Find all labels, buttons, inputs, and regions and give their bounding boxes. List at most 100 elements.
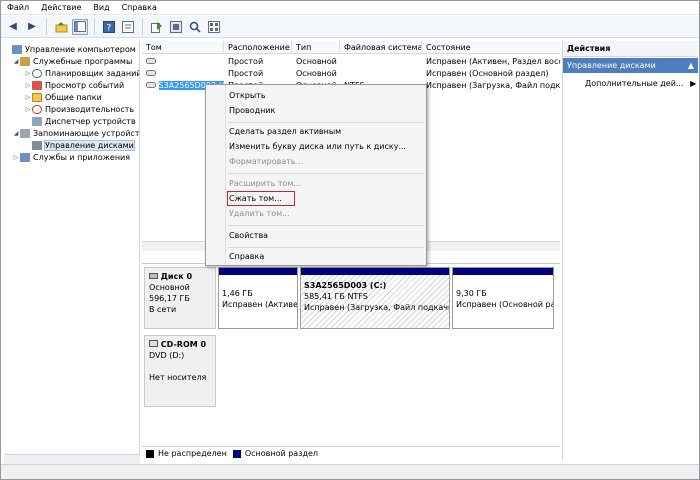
tree-item-disk-management[interactable]: Управление дисками	[24, 139, 135, 151]
device-manager-icon	[32, 116, 42, 126]
column-header-layout[interactable]: Расположение	[224, 41, 292, 54]
collapse-icon[interactable]: ◢	[12, 130, 20, 137]
search-icon[interactable]	[187, 19, 203, 35]
collapse-arrow-icon[interactable]: ▲	[688, 58, 694, 73]
menu-item-open[interactable]: Открыть	[229, 91, 266, 100]
tree-item-label: Служебные программы	[33, 56, 133, 66]
tree-item-shared-folders[interactable]: ▷ Общие папки	[24, 91, 102, 103]
partition-size: 9,30 ГБ	[456, 289, 487, 298]
tools-icon	[20, 56, 30, 66]
toolbar-separator	[46, 18, 47, 35]
performance-icon	[32, 104, 42, 114]
disk-title: CD-ROM 0	[160, 340, 207, 349]
tree-item-system-tools[interactable]: ◢ Служебные программы	[12, 55, 132, 67]
tree-item-services[interactable]: ▷ Службы и приложения	[12, 151, 130, 163]
cdrom-0-label[interactable]: CD-ROM 0 DVD (D:) Нет носителя	[144, 335, 216, 407]
forward-icon[interactable]: ▶	[24, 19, 40, 35]
volume-layout: Простой	[228, 69, 264, 78]
shared-folder-icon	[32, 92, 42, 102]
disk-kind: Основной	[149, 283, 190, 292]
table-row[interactable]: Простой Основной Исправен (Активен, Разд…	[142, 56, 560, 68]
volume-status: Исправен (Основной раздел)	[426, 69, 549, 78]
volume-status: Исправен (Активен, Раздел восста	[426, 57, 560, 66]
tree-item-label: Запоминающие устройст	[33, 128, 140, 138]
show-hide-tree-icon[interactable]	[72, 18, 88, 35]
volume-filesystem	[340, 56, 422, 68]
disk-title: Диск 0	[160, 272, 193, 281]
tree-item-performance[interactable]: ▷ Производительность	[24, 103, 134, 115]
disk-state: Нет носителя	[149, 373, 207, 382]
tree-item-label: Управление дисками	[44, 139, 135, 151]
disk-state: В сети	[149, 305, 177, 314]
chevron-right-icon: ▶	[690, 79, 697, 88]
partition-c[interactable]: S3A2565D003 (C:) 585,41 ГБ NTFS Исправен…	[300, 267, 450, 329]
table-row[interactable]: Простой Основной Исправен (Основной разд…	[142, 68, 560, 80]
column-header-type[interactable]: Тип	[292, 41, 340, 54]
partition-size: 1,46 ГБ	[222, 289, 253, 298]
back-icon[interactable]: ◀	[5, 19, 21, 35]
volume-status: Исправен (Загрузка, Файл подкачи	[426, 81, 560, 90]
legend: Не распределен Основной раздел	[142, 446, 560, 460]
column-header-status[interactable]: Состояние	[422, 41, 560, 54]
menu-help[interactable]: Справка	[116, 1, 163, 15]
properties-icon[interactable]	[120, 19, 136, 35]
partition-recovery[interactable]: 9,30 ГБ Исправен (Основной раз	[452, 267, 554, 329]
cdrom-icon	[149, 340, 158, 349]
export-icon[interactable]	[149, 19, 165, 35]
partition-bar	[219, 268, 297, 275]
tree-horizontal-scrollbar[interactable]	[4, 454, 140, 464]
menu-separator	[228, 122, 424, 123]
menu-bar: Файл Действие Вид Справка	[1, 1, 699, 15]
shrink-volume-highlight-box	[227, 191, 295, 206]
expand-icon[interactable]: ▷	[12, 154, 20, 161]
tree-item-task-scheduler[interactable]: ▷ Планировщик заданий	[24, 67, 139, 79]
actions-section-disk-management[interactable]: Управление дисками ▲	[563, 58, 698, 73]
volume-icon	[146, 57, 156, 66]
toolbar-separator	[142, 18, 143, 35]
tree-item-storage[interactable]: ◢ Запоминающие устройст	[12, 127, 139, 139]
up-icon[interactable]	[53, 19, 69, 35]
navigation-tree: Управление компьютером (л ◢ Служебные пр…	[4, 41, 140, 454]
menu-item-extend-volume: Расширить том...	[229, 179, 302, 188]
menu-item-properties[interactable]: Свойства	[229, 231, 268, 240]
menu-item-help[interactable]: Справка	[229, 252, 264, 261]
svg-text:?: ?	[107, 23, 112, 33]
collapse-icon[interactable]: ◢	[12, 58, 20, 65]
tree-item-computer-management[interactable]: Управление компьютером (л	[4, 43, 139, 55]
expand-icon[interactable]: ▷	[24, 82, 32, 89]
column-header-volume[interactable]: Том	[142, 41, 224, 54]
legend-swatch-primary	[232, 449, 241, 458]
tree-item-event-viewer[interactable]: ▷ Просмотр событий	[24, 79, 124, 91]
help-icon[interactable]: ?	[101, 19, 117, 35]
partition-size: 585,41 ГБ NTFS	[304, 292, 368, 301]
disk-size: 596,17 ГБ	[149, 294, 190, 303]
disk-0-label[interactable]: Диск 0 Основной 596,17 ГБ В сети	[144, 267, 216, 329]
disk-management-icon	[32, 140, 42, 150]
menu-view[interactable]: Вид	[87, 1, 115, 15]
refresh-icon[interactable]	[168, 19, 184, 35]
event-viewer-icon	[32, 80, 42, 90]
computer-management-icon	[12, 44, 22, 54]
menu-separator	[228, 247, 424, 248]
menu-item-explorer[interactable]: Проводник	[229, 106, 275, 115]
menu-item-mark-active[interactable]: Сделать раздел активным	[229, 127, 341, 136]
expand-icon[interactable]: ▷	[24, 94, 32, 101]
column-header-filesystem[interactable]: Файловая система	[340, 41, 422, 54]
menu-separator	[228, 173, 424, 174]
view-icon[interactable]	[206, 19, 222, 35]
expand-icon[interactable]: ▷	[24, 70, 32, 77]
services-icon	[20, 152, 30, 162]
partition-system-reserved[interactable]: 1,46 ГБ Исправен (Активен	[218, 267, 298, 329]
partition-bar	[301, 268, 449, 275]
tree-item-device-manager[interactable]: Диспетчер устройств	[24, 115, 136, 127]
menu-file[interactable]: Файл	[1, 1, 35, 15]
volume-list-header: Том Расположение Тип Файловая система Со…	[142, 41, 560, 54]
actions-title: Действия	[563, 41, 698, 57]
partition-status: Исправен (Активен	[222, 300, 298, 309]
menu-item-change-letter[interactable]: Изменить букву диска или путь к диску...	[229, 142, 406, 151]
actions-section-label: Управление дисками	[567, 61, 656, 70]
volume-type: Основной	[296, 69, 337, 78]
menu-action[interactable]: Действие	[35, 1, 87, 15]
more-actions-item[interactable]: Дополнительные дей... ▶	[585, 79, 696, 88]
expand-icon[interactable]: ▷	[24, 106, 32, 113]
